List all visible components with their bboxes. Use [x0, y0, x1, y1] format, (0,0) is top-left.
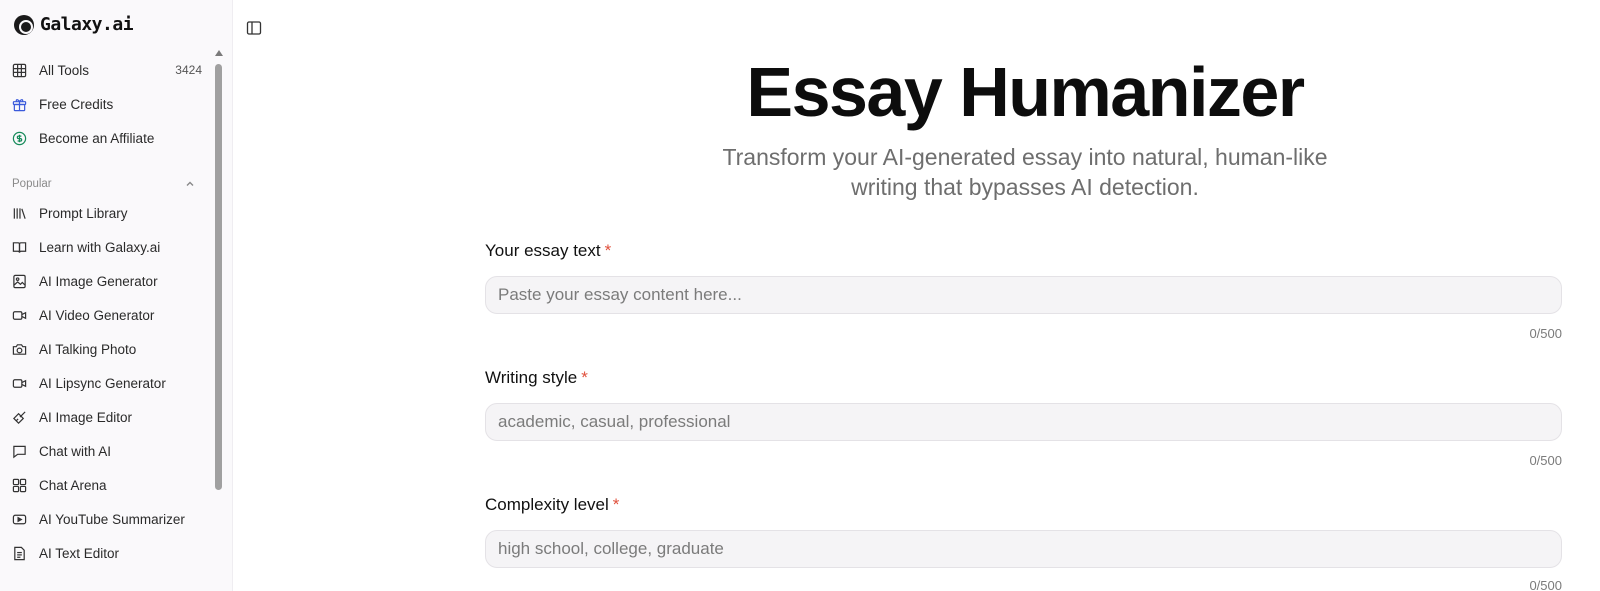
image-icon	[12, 274, 27, 289]
sidebar-item-chat-arena[interactable]: Chat Arena	[12, 472, 202, 498]
gift-icon	[12, 97, 27, 112]
galaxy-logo-icon	[14, 14, 34, 35]
scroll-up-arrow-icon[interactable]	[215, 50, 223, 56]
sidebar-item-label: AI YouTube Summarizer	[39, 511, 185, 527]
essay-text-input[interactable]	[485, 276, 1562, 314]
sidebar-item-lipsync-generator[interactable]: AI Lipsync Generator	[12, 370, 202, 396]
sidebar-item-label: AI Lipsync Generator	[39, 375, 166, 391]
sidebar-item-label: AI Image Generator	[39, 273, 158, 289]
sidebar-item-image-generator[interactable]: AI Image Generator	[12, 268, 202, 294]
video-icon	[12, 376, 27, 391]
sidebar-item-free-credits[interactable]: Free Credits	[12, 91, 202, 117]
page-title: Essay Humanizer	[746, 53, 1305, 131]
brush-icon	[12, 410, 27, 425]
sidebar-item-talking-photo[interactable]: AI Talking Photo	[12, 336, 202, 362]
section-label: Popular	[12, 178, 52, 190]
sidebar-item-label: Chat Arena	[39, 477, 107, 493]
field-label-text: Writing style	[485, 368, 578, 387]
char-counter: 0/500	[1529, 453, 1562, 468]
youtube-icon	[12, 512, 27, 527]
grid-icon	[12, 63, 27, 78]
sidebar-item-label: Chat with AI	[39, 443, 112, 459]
brand-logo[interactable]: Galaxy.ai	[14, 14, 134, 35]
sidebar-item-chat-with-ai[interactable]: Chat with AI	[12, 438, 202, 464]
sidebar-item-label: AI Video Generator	[39, 307, 155, 323]
writing-style-input[interactable]	[485, 403, 1562, 441]
field-label-text: Complexity level	[485, 495, 609, 514]
brand-name: Galaxy.ai	[40, 14, 134, 35]
sidebar-item-label: AI Text Editor	[39, 545, 120, 561]
chat-icon	[12, 444, 27, 459]
video-icon	[12, 308, 27, 323]
subtitle-line: writing that bypasses AI detection.	[851, 174, 1199, 200]
complexity-level-input[interactable]	[485, 530, 1562, 568]
sidebar: Galaxy.ai All Tools 3424 Free Credits Be…	[0, 0, 233, 591]
writing-style-label: Writing style *	[485, 368, 588, 388]
sidebar-item-affiliate[interactable]: Become an Affiliate	[12, 125, 202, 151]
required-marker: *	[581, 368, 588, 387]
sidebar-item-label: AI Talking Photo	[39, 341, 137, 357]
field-label-text: Your essay text	[485, 241, 601, 260]
tools-count: 3424	[175, 63, 202, 77]
scrollbar-thumb[interactable]	[215, 64, 222, 490]
sidebar-item-youtube-summarizer[interactable]: AI YouTube Summarizer	[12, 506, 202, 532]
char-counter: 0/500	[1529, 326, 1562, 341]
sidebar-scrollbar[interactable]	[214, 50, 224, 490]
sidebar-item-image-editor[interactable]: AI Image Editor	[12, 404, 202, 430]
complexity-level-label: Complexity level *	[485, 495, 619, 515]
sidebar-item-label: All Tools	[39, 62, 90, 78]
sidebar-item-text-editor[interactable]: AI Text Editor	[12, 540, 202, 566]
sidebar-item-label: Prompt Library	[39, 205, 128, 221]
book-open-icon	[12, 240, 27, 255]
chevron-up-icon[interactable]	[184, 178, 196, 190]
section-popular[interactable]: Popular	[12, 178, 196, 190]
required-marker: *	[604, 241, 612, 260]
required-marker: *	[612, 495, 620, 514]
camera-icon	[12, 342, 27, 357]
essay-text-label: Your essay text *	[485, 241, 611, 261]
layout-grid-icon	[12, 478, 27, 493]
sidebar-item-learn[interactable]: Learn with Galaxy.ai	[12, 234, 202, 260]
file-text-icon	[12, 546, 27, 561]
sidebar-item-label: Become an Affiliate	[39, 130, 155, 146]
sidebar-item-label: Free Credits	[39, 96, 114, 112]
subtitle-line: Transform your AI-generated essay into n…	[722, 144, 1328, 170]
sidebar-item-video-generator[interactable]: AI Video Generator	[12, 302, 202, 328]
sidebar-item-label: AI Image Editor	[39, 409, 133, 425]
dollar-circle-icon	[12, 131, 27, 146]
char-counter: 0/500	[1529, 578, 1562, 591]
sidebar-item-label: Learn with Galaxy.ai	[39, 239, 161, 255]
sidebar-item-prompt-library[interactable]: Prompt Library	[12, 200, 202, 226]
sidebar-toggle-icon[interactable]	[246, 20, 262, 36]
library-icon	[12, 206, 27, 221]
page-subtitle: Transform your AI-generated essay into n…	[680, 142, 1370, 202]
sidebar-item-all-tools[interactable]: All Tools 3424	[12, 57, 202, 83]
